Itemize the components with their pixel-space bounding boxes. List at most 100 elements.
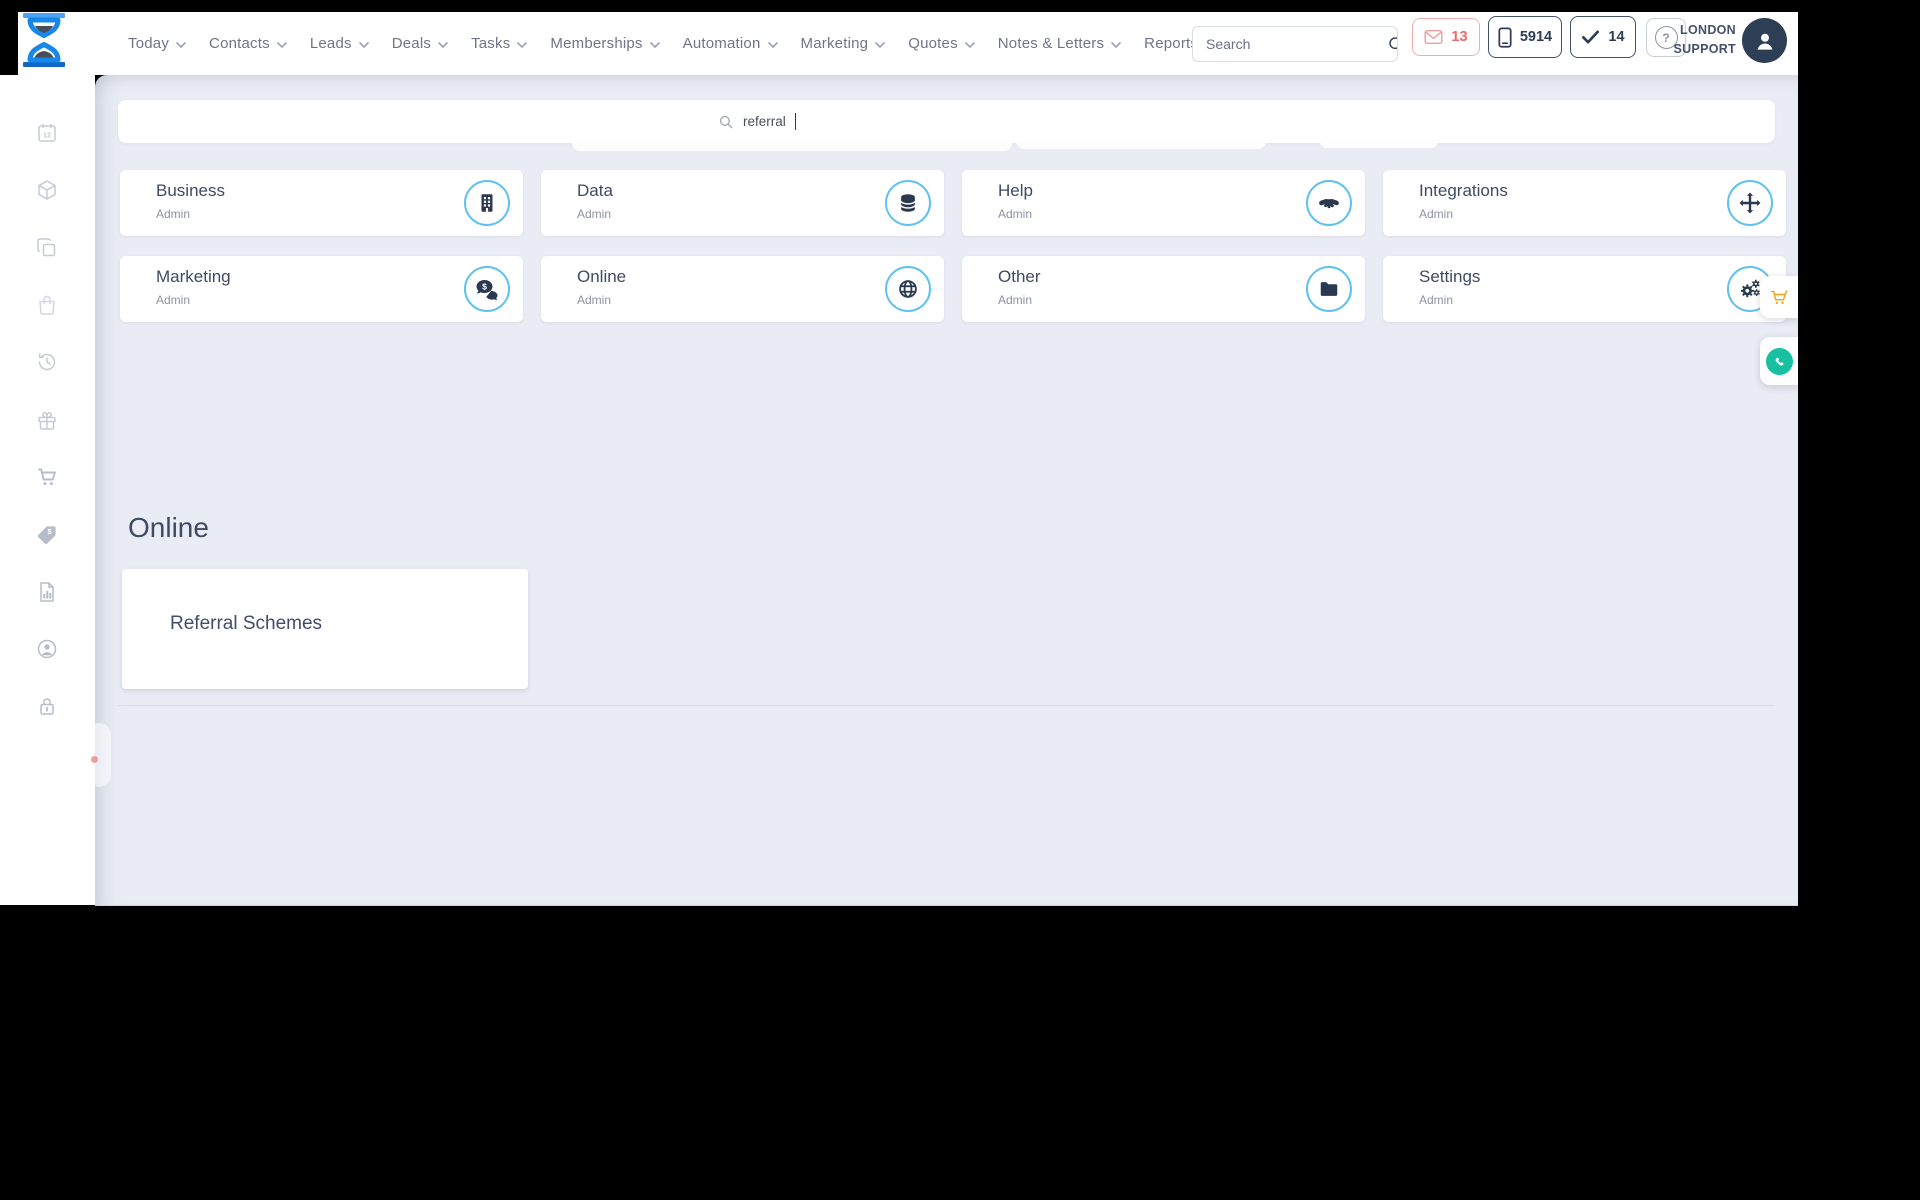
topbar-search-button[interactable] xyxy=(1387,27,1397,61)
chevron-down-icon xyxy=(517,41,528,48)
nav-item-memberships[interactable]: Memberships xyxy=(550,35,660,52)
arrows-move-icon xyxy=(1727,180,1773,226)
chevron-down-icon xyxy=(767,41,778,48)
notification-dot xyxy=(91,756,98,763)
nav-label: Tasks xyxy=(471,35,511,52)
lock-icon[interactable] xyxy=(35,694,59,718)
card-subtitle: Admin xyxy=(998,293,1033,307)
app-logo[interactable] xyxy=(22,13,66,67)
category-card-settings[interactable]: Settings Admin xyxy=(1383,256,1786,322)
nav-label: Reports xyxy=(1144,35,1199,52)
topbar-search xyxy=(1192,26,1398,62)
basket-tab[interactable] xyxy=(1760,276,1798,318)
nav-label: Leads xyxy=(309,35,352,52)
result-label: Referral Schemes xyxy=(170,613,323,634)
nav-item-notes-letters[interactable]: Notes & Letters xyxy=(998,35,1121,52)
history-icon[interactable] xyxy=(35,350,59,374)
main-menu: Today Contacts Leads Deals Tasks Members… xyxy=(128,12,1294,75)
card-title: Settings xyxy=(1419,267,1481,286)
nav-label: Marketing xyxy=(800,35,869,52)
tasks-badge[interactable]: 14 xyxy=(1570,16,1636,58)
result-item-referral-schemes[interactable]: Referral Schemes xyxy=(122,569,528,689)
calendar-icon[interactable]: 12 xyxy=(35,121,59,145)
nav-label: Memberships xyxy=(550,35,643,52)
dropdown-remnant xyxy=(572,141,1012,151)
nav-item-leads[interactable]: Leads xyxy=(310,35,369,52)
card-title: Integrations xyxy=(1419,181,1508,200)
folder-icon xyxy=(1306,266,1352,312)
category-card-marketing[interactable]: Marketing Admin $ xyxy=(120,256,523,322)
chat-tab[interactable] xyxy=(1760,337,1798,385)
account-line1: LONDON xyxy=(1680,23,1736,37)
category-card-help[interactable]: Help Admin xyxy=(962,170,1365,236)
envelope-icon xyxy=(1424,29,1443,45)
handshake-icon xyxy=(1306,180,1352,226)
card-subtitle: Admin xyxy=(156,207,191,221)
main-content: referral Business Admin Data Admin Help … xyxy=(87,75,1798,906)
nav-label: Quotes xyxy=(908,35,958,52)
category-card-business[interactable]: Business Admin xyxy=(120,170,523,236)
chevron-down-icon xyxy=(875,41,886,48)
section-heading: Online xyxy=(128,512,209,543)
cart-icon[interactable] xyxy=(35,465,59,489)
check-icon xyxy=(1582,30,1600,44)
tasks-count: 14 xyxy=(1608,29,1625,45)
database-icon xyxy=(885,180,931,226)
mail-count: 13 xyxy=(1451,29,1468,45)
card-subtitle: Admin xyxy=(1419,293,1454,307)
card-title: Other xyxy=(998,267,1041,286)
mail-badge[interactable]: 13 xyxy=(1412,18,1480,56)
nav-item-quotes[interactable]: Quotes xyxy=(908,35,975,52)
nav-item-contacts[interactable]: Contacts xyxy=(209,35,287,52)
comments-dollar-icon: $ xyxy=(464,266,510,312)
search-icon xyxy=(1389,36,1397,49)
card-subtitle: Admin xyxy=(1419,207,1454,221)
user-avatar[interactable] xyxy=(1742,18,1787,63)
report-icon[interactable] xyxy=(35,580,59,604)
chevron-down-icon xyxy=(649,41,660,48)
dropdown-remnant xyxy=(1016,141,1266,149)
shopping-bag-icon[interactable] xyxy=(35,293,59,317)
phone-extension: 5914 xyxy=(1519,29,1553,45)
mobile-phone-icon xyxy=(1498,26,1512,48)
top-navbar: Today Contacts Leads Deals Tasks Members… xyxy=(18,12,1798,75)
orange-cart-icon xyxy=(1770,290,1788,305)
admin-search-input[interactable]: referral xyxy=(743,114,786,129)
nav-item-deals[interactable]: Deals xyxy=(392,35,448,52)
collapsed-panel-handle[interactable] xyxy=(87,723,111,787)
category-card-online[interactable]: Online Admin xyxy=(541,256,944,322)
nav-item-automation[interactable]: Automation xyxy=(683,35,778,52)
globe-icon xyxy=(885,266,931,312)
building-icon xyxy=(464,180,510,226)
chevron-down-icon xyxy=(358,41,369,48)
copy-icon[interactable] xyxy=(35,236,59,260)
chevron-down-icon xyxy=(1111,41,1121,48)
card-subtitle: Admin xyxy=(156,293,191,307)
user-circle-icon[interactable] xyxy=(35,637,59,661)
phone-chat-icon xyxy=(1765,347,1793,375)
cube-icon[interactable] xyxy=(35,178,59,202)
nav-label: Contacts xyxy=(209,35,270,52)
nav-item-today[interactable]: Today xyxy=(128,35,186,52)
category-card-other[interactable]: Other Admin xyxy=(962,256,1365,322)
svg-text:$: $ xyxy=(482,282,487,292)
svg-text:12: 12 xyxy=(43,133,51,140)
chevron-down-icon xyxy=(438,41,448,48)
gift-icon[interactable] xyxy=(35,408,59,432)
category-card-data[interactable]: Data Admin xyxy=(541,170,944,236)
card-title: Business xyxy=(156,181,225,200)
card-subtitle: Admin xyxy=(998,207,1033,221)
phone-badge[interactable]: 5914 xyxy=(1488,16,1562,58)
topbar-search-input[interactable] xyxy=(1193,27,1387,61)
account-name: LONDON SUPPORT xyxy=(1673,21,1736,60)
section-divider xyxy=(118,705,1775,706)
admin-search-bar[interactable]: referral xyxy=(118,100,1775,143)
price-tag-icon[interactable]: $ xyxy=(35,522,59,546)
nav-item-marketing[interactable]: Marketing xyxy=(801,35,886,52)
card-subtitle: Admin xyxy=(577,293,612,307)
chevron-down-icon xyxy=(176,41,186,48)
nav-item-tasks[interactable]: Tasks xyxy=(471,35,528,52)
text-caret xyxy=(794,113,797,130)
category-card-integrations[interactable]: Integrations Admin xyxy=(1383,170,1786,236)
dropdown-remnant xyxy=(1320,141,1438,148)
